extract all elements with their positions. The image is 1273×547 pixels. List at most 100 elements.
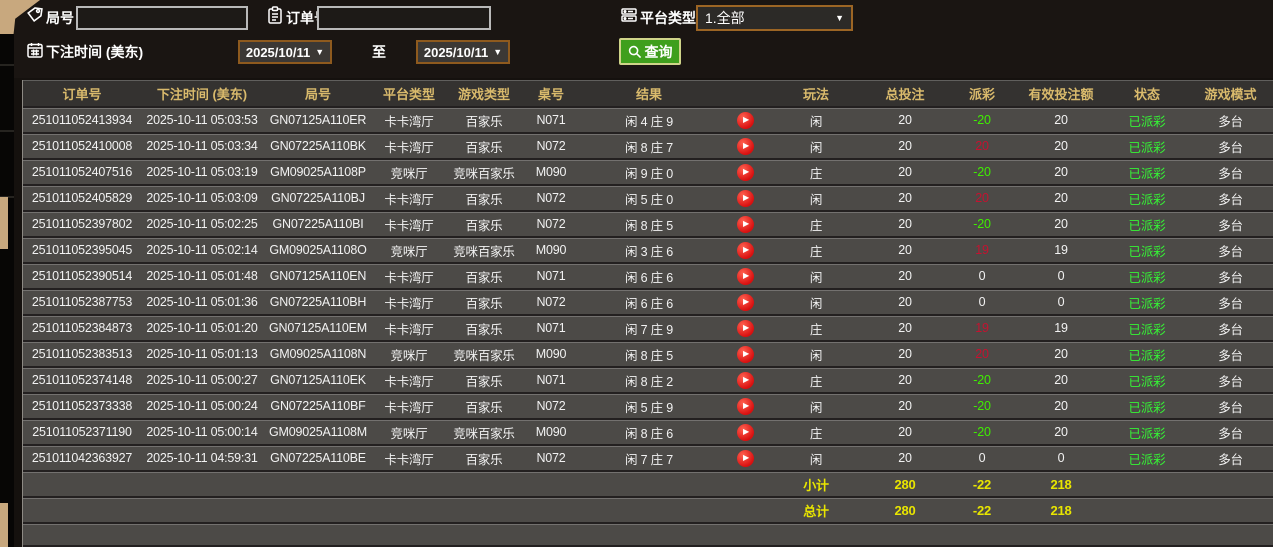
cell-payout: 20	[949, 134, 1015, 160]
cell-game-no: GN07225A110BI	[263, 212, 373, 238]
cell-bet-time: 2025-10-11 05:01:48	[141, 264, 263, 290]
cell-table-no: N072	[523, 290, 579, 316]
replay-play-icon[interactable]: ▶	[736, 111, 754, 129]
cell-total-bet: 20	[861, 134, 949, 160]
cell-bet-time: 2025-10-11 05:00:27	[141, 368, 263, 394]
cell-game-mode: 多台	[1187, 134, 1273, 160]
cell-table-no: M090	[523, 420, 579, 446]
cell-platform-type: 竞咪厅	[373, 238, 445, 264]
replay-play-icon[interactable]: ▶	[736, 423, 754, 441]
replay-play-icon[interactable]: ▶	[736, 241, 754, 259]
replay-play-icon[interactable]: ▶	[736, 163, 754, 181]
cell-bet-time: 2025-10-11 05:00:14	[141, 420, 263, 446]
platform-type-label: 平台类型	[640, 10, 696, 26]
cell-platform-type: 竞咪厅	[373, 160, 445, 186]
cell-status: 已派彩	[1107, 160, 1187, 186]
cell-payout: -20	[949, 212, 1015, 238]
cell-game-mode: 多台	[1187, 186, 1273, 212]
calendar-icon	[26, 41, 44, 59]
header-game-type: 游戏类型	[445, 80, 523, 108]
empty-cell	[1187, 472, 1273, 498]
platform-type-select[interactable]: 1.全部 ▼	[696, 5, 853, 31]
cell-bet-time: 2025-10-11 04:59:31	[141, 446, 263, 472]
cell-total-bet: 20	[861, 394, 949, 420]
header-play-type: 玩法	[771, 80, 861, 108]
order-no-input[interactable]	[317, 6, 491, 30]
cell-bet-time: 2025-10-11 05:03:34	[141, 134, 263, 160]
header-valid-bet: 有效投注额	[1015, 80, 1107, 108]
cell-payout: -20	[949, 108, 1015, 134]
cell-valid-bet: 20	[1015, 108, 1107, 134]
cell-play-type: 闲	[771, 134, 861, 160]
chevron-down-icon: ▼	[315, 47, 325, 57]
cell-valid-bet: 19	[1015, 238, 1107, 264]
strip-divider	[0, 64, 14, 66]
cell-valid-bet: 20	[1015, 394, 1107, 420]
table-header-row: 订单号 下注时间 (美东) 局号 平台类型 游戏类型 桌号 结果 玩法 总投注 …	[23, 80, 1273, 108]
game-no-input[interactable]	[76, 6, 248, 30]
cell-game-no: GM09025A1108P	[263, 160, 373, 186]
cell-total-bet: 20	[861, 238, 949, 264]
cell-result: 闲 5 庄 9	[579, 394, 719, 420]
cell-game-mode: 多台	[1187, 446, 1273, 472]
header-payout: 派彩	[949, 80, 1015, 108]
total-label: 总计	[771, 498, 861, 524]
cell-game-type: 竞咪百家乐	[445, 238, 523, 264]
replay-play-icon[interactable]: ▶	[736, 449, 754, 467]
cell-result: 闲 8 庄 7	[579, 134, 719, 160]
cell-game-no: GN07125A110EN	[263, 264, 373, 290]
cell-replay: ▶	[719, 160, 771, 186]
cell-game-mode: 多台	[1187, 394, 1273, 420]
cell-status: 已派彩	[1107, 290, 1187, 316]
cell-valid-bet: 0	[1015, 446, 1107, 472]
replay-play-icon[interactable]: ▶	[736, 293, 754, 311]
header-result: 结果	[579, 80, 719, 108]
cell-game-type: 竞咪百家乐	[445, 420, 523, 446]
cell-game-type: 百家乐	[445, 446, 523, 472]
table-row: 251011052407516 2025-10-11 05:03:19 GM09…	[23, 160, 1273, 186]
cell-game-no: GM09025A1108N	[263, 342, 373, 368]
cell-result: 闲 8 庄 5	[579, 212, 719, 238]
table-row: 251011052395045 2025-10-11 05:02:14 GM09…	[23, 238, 1273, 264]
cell-order-no: 251011042363927	[23, 446, 141, 472]
cell-game-mode: 多台	[1187, 160, 1273, 186]
query-button[interactable]: 查询	[619, 38, 681, 65]
cell-platform-type: 卡卡湾厅	[373, 134, 445, 160]
cell-table-no: N071	[523, 264, 579, 290]
header-order-no: 订单号	[23, 80, 141, 108]
cell-replay: ▶	[719, 134, 771, 160]
replay-play-icon[interactable]: ▶	[736, 137, 754, 155]
bet-records-table: 订单号 下注时间 (美东) 局号 平台类型 游戏类型 桌号 结果 玩法 总投注 …	[22, 80, 1273, 547]
cell-table-no: N071	[523, 368, 579, 394]
header-platform-type: 平台类型	[373, 80, 445, 108]
replay-play-icon[interactable]: ▶	[736, 397, 754, 415]
date-from-select[interactable]: 2025/10/11 ▼	[238, 40, 332, 64]
cell-status: 已派彩	[1107, 446, 1187, 472]
replay-play-icon[interactable]: ▶	[736, 319, 754, 337]
replay-play-icon[interactable]: ▶	[736, 371, 754, 389]
cell-game-no: GN07225A110BJ	[263, 186, 373, 212]
cell-order-no: 251011052410008	[23, 134, 141, 160]
header-table-no: 桌号	[523, 80, 579, 108]
date-to-select[interactable]: 2025/10/11 ▼	[416, 40, 510, 64]
replay-play-icon[interactable]: ▶	[736, 189, 754, 207]
replay-play-icon[interactable]: ▶	[736, 345, 754, 363]
cell-status: 已派彩	[1107, 108, 1187, 134]
header-bet-time: 下注时间 (美东)	[141, 80, 263, 108]
cell-payout: 20	[949, 186, 1015, 212]
cell-result: 闲 6 庄 6	[579, 290, 719, 316]
cell-result: 闲 5 庄 0	[579, 186, 719, 212]
cell-platform-type: 卡卡湾厅	[373, 316, 445, 342]
empty-cell	[23, 472, 771, 498]
cell-order-no: 251011052387753	[23, 290, 141, 316]
filter-bar: 局号 订单号 平台类型 1.全部 ▼ 下注时间 (美东) 2025/10/11 …	[14, 0, 1273, 78]
replay-play-icon[interactable]: ▶	[736, 267, 754, 285]
cell-replay: ▶	[719, 186, 771, 212]
cell-status: 已派彩	[1107, 368, 1187, 394]
cell-bet-time: 2025-10-11 05:03:53	[141, 108, 263, 134]
chevron-down-icon: ▼	[493, 47, 503, 57]
cell-valid-bet: 20	[1015, 212, 1107, 238]
subtotal-bet: 280	[861, 472, 949, 498]
replay-play-icon[interactable]: ▶	[736, 215, 754, 233]
cell-status: 已派彩	[1107, 134, 1187, 160]
